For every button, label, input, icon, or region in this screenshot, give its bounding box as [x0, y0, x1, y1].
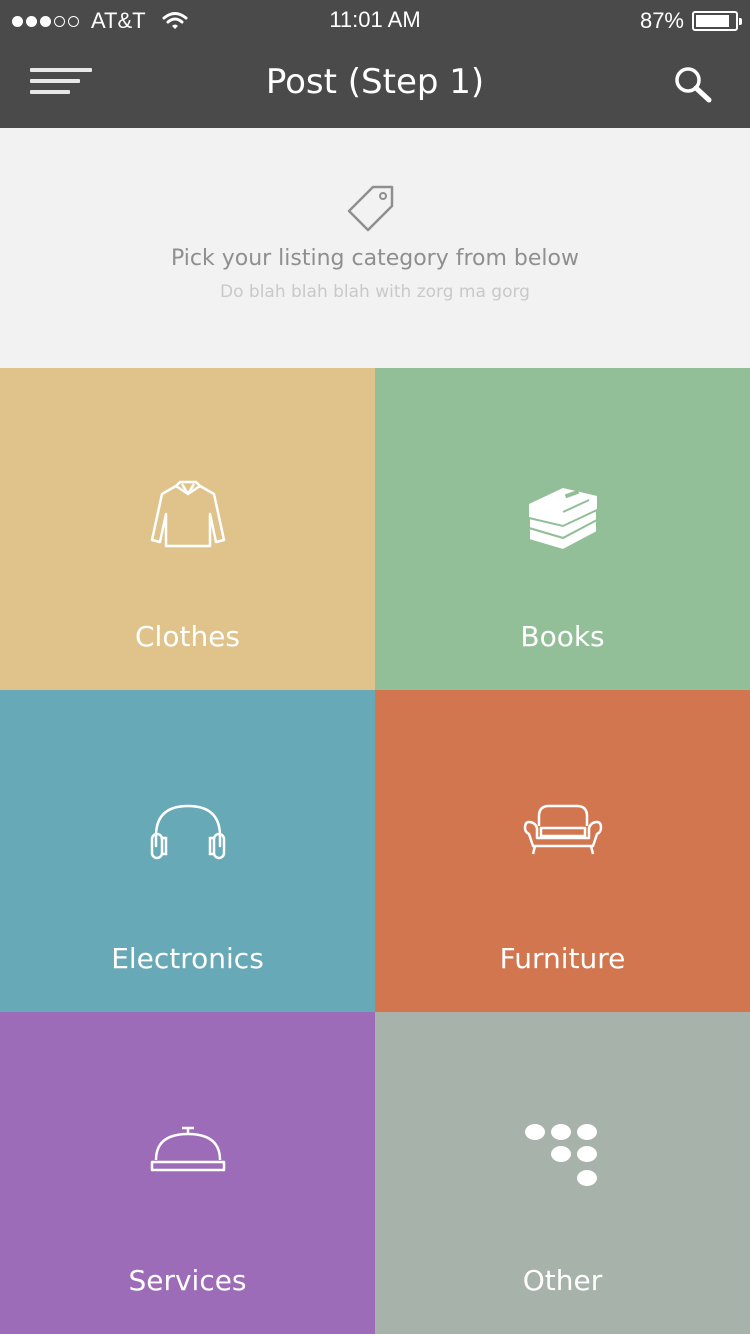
category-other[interactable]: Other	[375, 1012, 750, 1334]
intro-subtitle: Do blah blah blah with zorg ma gorg	[220, 282, 530, 302]
category-grid: Clothes Books Electronics Furniture Serv…	[0, 368, 750, 1334]
intro-title: Pick your listing category from below	[171, 246, 579, 271]
battery-icon	[692, 11, 742, 31]
category-label: Furniture	[499, 942, 626, 975]
status-bar: AT&T 11:01 AM 87%	[0, 0, 750, 40]
category-label: Clothes	[135, 620, 240, 653]
sofa-icon	[375, 802, 750, 858]
status-time: 11:01 AM	[329, 7, 421, 32]
category-electronics[interactable]: Electronics	[0, 690, 375, 1012]
status-right: 87%	[639, 8, 742, 34]
battery-level	[696, 15, 730, 27]
shirt-icon	[0, 480, 375, 550]
headphones-icon	[0, 802, 375, 862]
battery-percentage: 87%	[639, 8, 684, 33]
search-icon[interactable]	[672, 64, 714, 106]
page-title: Post (Step 1)	[265, 62, 485, 102]
category-label: Other	[522, 1264, 603, 1297]
category-label: Books	[520, 620, 605, 653]
service-bell-icon	[0, 1124, 375, 1174]
books-icon	[375, 480, 750, 552]
navigation-bar: Post (Step 1)	[0, 40, 750, 128]
category-label: Services	[128, 1264, 247, 1297]
category-services[interactable]: Services	[0, 1012, 375, 1334]
tag-icon	[347, 185, 394, 232]
category-clothes[interactable]: Clothes	[0, 368, 375, 690]
intro-section: Pick your listing category from below Do…	[0, 128, 750, 368]
category-label: Electronics	[111, 942, 264, 975]
category-books[interactable]: Books	[375, 368, 750, 690]
category-furniture[interactable]: Furniture	[375, 690, 750, 1012]
dots-icon	[375, 1124, 750, 1192]
